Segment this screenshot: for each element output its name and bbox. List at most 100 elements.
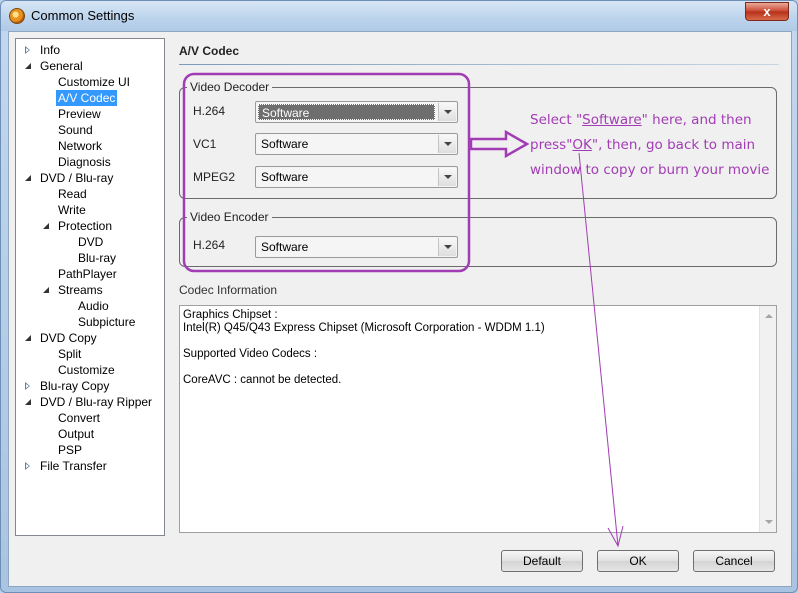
encoder-h264-value: Software: [261, 240, 309, 254]
tree-item[interactable]: Convert: [16, 410, 164, 426]
codec-info-line: [183, 361, 773, 374]
expanded-triangle-icon[interactable]: [43, 223, 49, 229]
tree-item-label: Audio: [78, 299, 109, 313]
tree-item-label: Network: [58, 139, 103, 153]
tree-item[interactable]: Streams: [16, 282, 164, 298]
collapsed-triangle-icon[interactable]: [25, 46, 30, 54]
decoder-mpeg2-value: Software: [261, 170, 309, 184]
expanded-triangle-icon[interactable]: [25, 63, 31, 69]
tree-item-label: Blu-ray: [78, 251, 117, 265]
tree-item-label: Customize UI: [58, 75, 131, 89]
tree-item[interactable]: DVD / Blu-ray Ripper: [16, 394, 164, 410]
decoder-vc1-select[interactable]: Software: [255, 133, 458, 155]
tree-item-label: Blu-ray Copy: [40, 379, 110, 393]
expanded-triangle-icon[interactable]: [43, 287, 49, 293]
tree-item[interactable]: PSP: [16, 442, 164, 458]
chevron-down-icon[interactable]: [438, 238, 456, 256]
tree-item-label: Convert: [58, 411, 101, 425]
decoder-vc1-label: VC1: [193, 137, 217, 151]
close-button[interactable]: x: [745, 2, 789, 21]
chevron-down-icon[interactable]: [438, 103, 456, 121]
app-icon: [9, 8, 25, 24]
tree-item[interactable]: Sound: [16, 122, 164, 138]
tree-item-label: Diagnosis: [58, 155, 111, 169]
section-title: A/V Codec: [179, 44, 240, 58]
tree-item-label: Split: [58, 347, 82, 361]
tree-item[interactable]: Preview: [16, 106, 164, 122]
annotation-ok-word: OK: [572, 137, 592, 153]
tree-item-label: PSP: [58, 443, 83, 457]
codec-info-line: Graphics Chipset :: [183, 309, 278, 321]
decoder-mpeg2-select[interactable]: Software: [255, 166, 458, 188]
expanded-triangle-icon[interactable]: [25, 175, 31, 181]
tree-item[interactable]: Info: [16, 42, 164, 58]
tree-item-label: A/V Codec: [56, 90, 118, 106]
video-encoder-group: Video Encoder H.264 Software: [179, 210, 777, 267]
tree-item[interactable]: Protection: [16, 218, 164, 234]
collapsed-triangle-icon[interactable]: [25, 462, 30, 470]
expanded-triangle-icon[interactable]: [25, 335, 31, 341]
encoder-h264-select[interactable]: Software: [255, 236, 458, 258]
decoder-mpeg2-label: MPEG2: [193, 170, 236, 184]
codec-info-line: Intel(R) Q45/Q43 Express Chipset (Micros…: [183, 322, 545, 334]
default-button[interactable]: Default: [501, 550, 583, 572]
tree-item-label: Customize: [58, 363, 115, 377]
chevron-down-icon[interactable]: [438, 168, 456, 186]
scroll-down-icon[interactable]: [765, 520, 773, 524]
expanded-triangle-icon[interactable]: [25, 399, 31, 405]
tree-item-label: Streams: [58, 283, 103, 297]
chevron-down-icon[interactable]: [438, 135, 456, 153]
tree-item-label: Sound: [58, 123, 93, 137]
tree-item[interactable]: Write: [16, 202, 164, 218]
encoder-h264-label: H.264: [193, 238, 226, 252]
tree-item[interactable]: Customize UI: [16, 74, 164, 90]
tree-item-label: DVD: [78, 235, 104, 249]
title-bar[interactable]: Common Settings x: [1, 1, 797, 31]
tree-item[interactable]: Audio: [16, 298, 164, 314]
tree-item[interactable]: Blu-ray: [16, 250, 164, 266]
decoder-h264-select[interactable]: Software: [255, 101, 458, 123]
tree-item[interactable]: DVD: [16, 234, 164, 250]
tree-item[interactable]: Blu-ray Copy: [16, 378, 164, 394]
tree-item[interactable]: Network: [16, 138, 164, 154]
tree-item[interactable]: Read: [16, 186, 164, 202]
codec-info-scrollbar[interactable]: [759, 306, 776, 532]
tree-item-label: Write: [58, 203, 86, 217]
video-decoder-legend: Video Decoder: [187, 80, 273, 94]
ok-button[interactable]: OK: [597, 550, 679, 572]
scroll-up-icon[interactable]: [765, 314, 773, 318]
codec-info-line: Supported Video Codecs :: [183, 348, 318, 360]
tree-item-label: Info: [40, 43, 61, 57]
tree-item[interactable]: Subpicture: [16, 314, 164, 330]
tree-item-label: General: [40, 59, 83, 73]
tree-item-label: Subpicture: [78, 315, 136, 329]
settings-tree[interactable]: Info General Customize UI A/V Codec Preview S…: [15, 38, 165, 536]
tree-item[interactable]: Diagnosis: [16, 154, 164, 170]
window-title: Common Settings: [31, 8, 135, 23]
tree-item[interactable]: Split: [16, 346, 164, 362]
tree-item-label: File Transfer: [40, 459, 107, 473]
annotation-text: Select "Software" here, and then press"O…: [530, 108, 770, 183]
decoder-vc1-value: Software: [261, 137, 309, 151]
tree-item[interactable]: Customize: [16, 362, 164, 378]
codec-info-line: CoreAVC : cannot be detected.: [183, 374, 342, 386]
tree-item-label: DVD / Blu-ray Ripper: [40, 395, 153, 409]
codec-information-textbox[interactable]: Graphics Chipset : Intel(R) Q45/Q43 Expre…: [179, 305, 777, 533]
tree-item[interactable]: DVD Copy: [16, 330, 164, 346]
video-encoder-legend: Video Encoder: [187, 210, 272, 224]
annotation-part: Select ": [530, 112, 583, 128]
close-icon: x: [763, 4, 771, 19]
cancel-button[interactable]: Cancel: [693, 550, 775, 572]
tree-item[interactable]: General: [16, 58, 164, 74]
tree-item-label: DVD / Blu-ray: [40, 171, 114, 185]
tree-item-label: Output: [58, 427, 95, 441]
tree-item[interactable]: DVD / Blu-ray: [16, 170, 164, 186]
codec-info-line: [183, 335, 773, 348]
tree-item[interactable]: PathPlayer: [16, 266, 164, 282]
tree-item[interactable]: Output: [16, 426, 164, 442]
tree-item-label: PathPlayer: [58, 267, 117, 281]
tree-item-label: Read: [58, 187, 87, 201]
collapsed-triangle-icon[interactable]: [25, 382, 30, 390]
tree-item[interactable]: File Transfer: [16, 458, 164, 474]
tree-item[interactable]: A/V Codec: [16, 90, 164, 106]
